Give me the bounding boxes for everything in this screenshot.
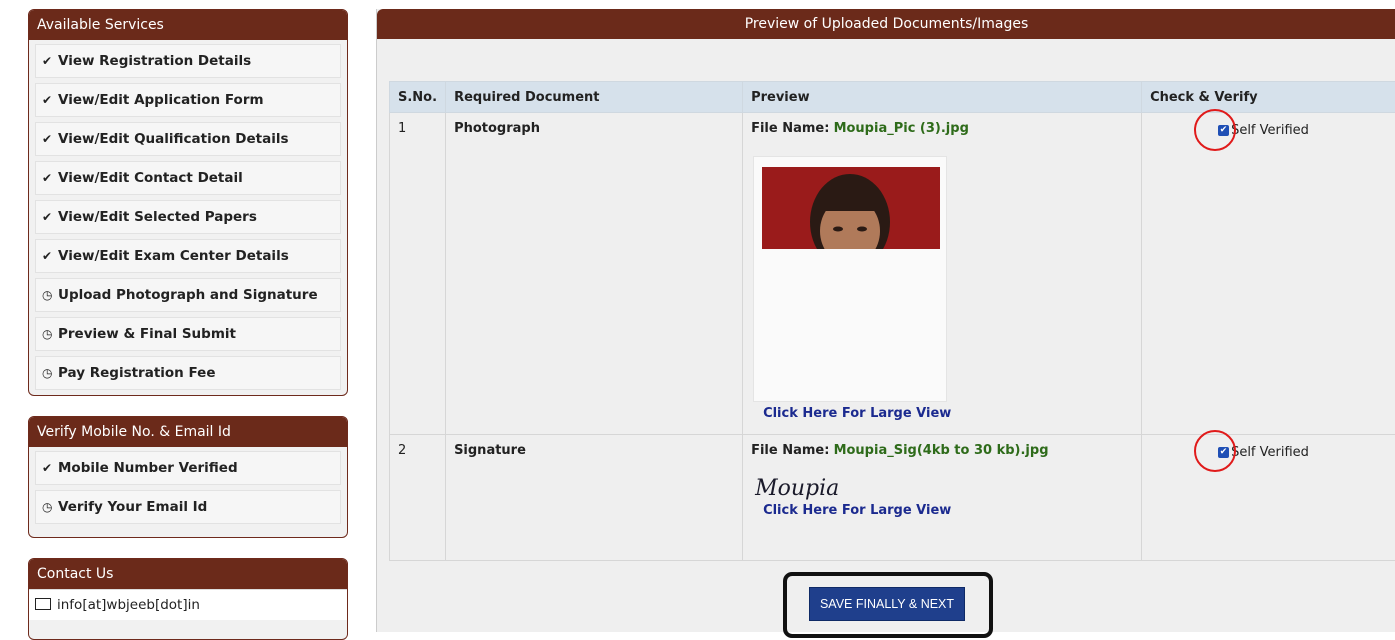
page-title: Preview of Uploaded Documents/Images: [377, 9, 1395, 39]
photo-preview: [753, 156, 947, 402]
table-row: 1 Photograph File Name: Moupia_Pic (3).j…: [390, 113, 1395, 435]
panel-title: Verify Mobile No. & Email Id: [29, 417, 347, 447]
check-circle-icon: ✔: [42, 45, 58, 77]
check-circle-icon: ✔: [42, 240, 58, 272]
row-document: Signature: [446, 435, 743, 561]
envelope-icon: [35, 598, 51, 610]
row-sno: 2: [390, 435, 446, 561]
file-name-value: Moupia_Pic (3).jpg: [834, 121, 969, 136]
sidebar-item-edit-papers[interactable]: ✔View/Edit Selected Papers: [35, 200, 341, 234]
check-circle-icon: ✔: [42, 123, 58, 155]
sidebar-item-mobile-verified[interactable]: ✔Mobile Number Verified: [35, 451, 341, 485]
sidebar-item-edit-exam-center[interactable]: ✔View/Edit Exam Center Details: [35, 239, 341, 273]
clock-icon: ◷: [42, 318, 58, 350]
row-document: Photograph: [446, 113, 743, 435]
sidebar-item-preview-submit[interactable]: ◷Preview & Final Submit: [35, 317, 341, 351]
check-circle-icon: ✔: [42, 84, 58, 116]
file-name-label: File Name:: [751, 121, 829, 136]
annotation-circle: [1194, 430, 1236, 472]
sidebar-item-edit-application[interactable]: ✔View/Edit Application Form: [35, 83, 341, 117]
check-circle-icon: ✔: [42, 201, 58, 233]
table-row: 2 Signature File Name: Moupia_Sig(4kb to…: [390, 435, 1395, 561]
file-name-label: File Name:: [751, 443, 829, 458]
sidebar-item-view-registration[interactable]: ✔View Registration Details: [35, 44, 341, 78]
sidebar-item-edit-contact[interactable]: ✔View/Edit Contact Detail: [35, 161, 341, 195]
verify-panel: Verify Mobile No. & Email Id ✔Mobile Num…: [28, 416, 348, 538]
table-header-row: S.No. Required Document Preview Check & …: [390, 82, 1395, 113]
panel-title: Contact Us: [29, 559, 347, 589]
column-header-document: Required Document: [446, 82, 743, 113]
large-view-link[interactable]: Click Here For Large View: [763, 503, 951, 518]
clock-icon: ◷: [42, 279, 58, 311]
verify-cell: ✔Self Verified: [1142, 113, 1395, 435]
main-content: Preview of Uploaded Documents/Images S.N…: [376, 9, 1395, 632]
column-header-preview: Preview: [743, 82, 1142, 113]
column-header-verify: Check & Verify: [1142, 82, 1395, 113]
preview-cell: File Name: Moupia_Sig(4kb to 30 kb).jpg …: [743, 435, 1142, 561]
signature-image: Moupia: [755, 476, 1133, 501]
sidebar-item-pay-fee[interactable]: ◷Pay Registration Fee: [35, 356, 341, 390]
photograph-image: [762, 167, 940, 249]
preview-cell: File Name: Moupia_Pic (3).jpg: [743, 113, 1142, 435]
check-circle-icon: ✔: [42, 162, 58, 194]
available-services-panel: Available Services ✔View Registration De…: [28, 9, 348, 396]
file-name-value: Moupia_Sig(4kb to 30 kb).jpg: [834, 443, 1049, 458]
large-view-link[interactable]: Click Here For Large View: [763, 406, 951, 421]
sidebar-item-edit-qualification[interactable]: ✔View/Edit Qualification Details: [35, 122, 341, 156]
save-finally-next-button[interactable]: SAVE FINALLY & NEXT: [809, 587, 965, 621]
annotation-circle: [1194, 109, 1236, 151]
panel-title: Available Services: [29, 10, 347, 40]
clock-icon: ◷: [42, 491, 58, 523]
sidebar-item-verify-email[interactable]: ◷Verify Your Email Id: [35, 490, 341, 524]
column-header-sno: S.No.: [390, 82, 446, 113]
verify-cell: ✔Self Verified: [1142, 435, 1395, 561]
clock-icon: ◷: [42, 357, 58, 389]
sidebar-item-upload-photo-signature[interactable]: ◷Upload Photograph and Signature: [35, 278, 341, 312]
contact-panel: Contact Us info[at]wbjeeb[dot]in: [28, 558, 348, 640]
check-circle-icon: ✔: [42, 452, 58, 484]
row-sno: 1: [390, 113, 446, 435]
contact-email[interactable]: info[at]wbjeeb[dot]in: [29, 589, 347, 620]
documents-table: S.No. Required Document Preview Check & …: [389, 81, 1395, 561]
